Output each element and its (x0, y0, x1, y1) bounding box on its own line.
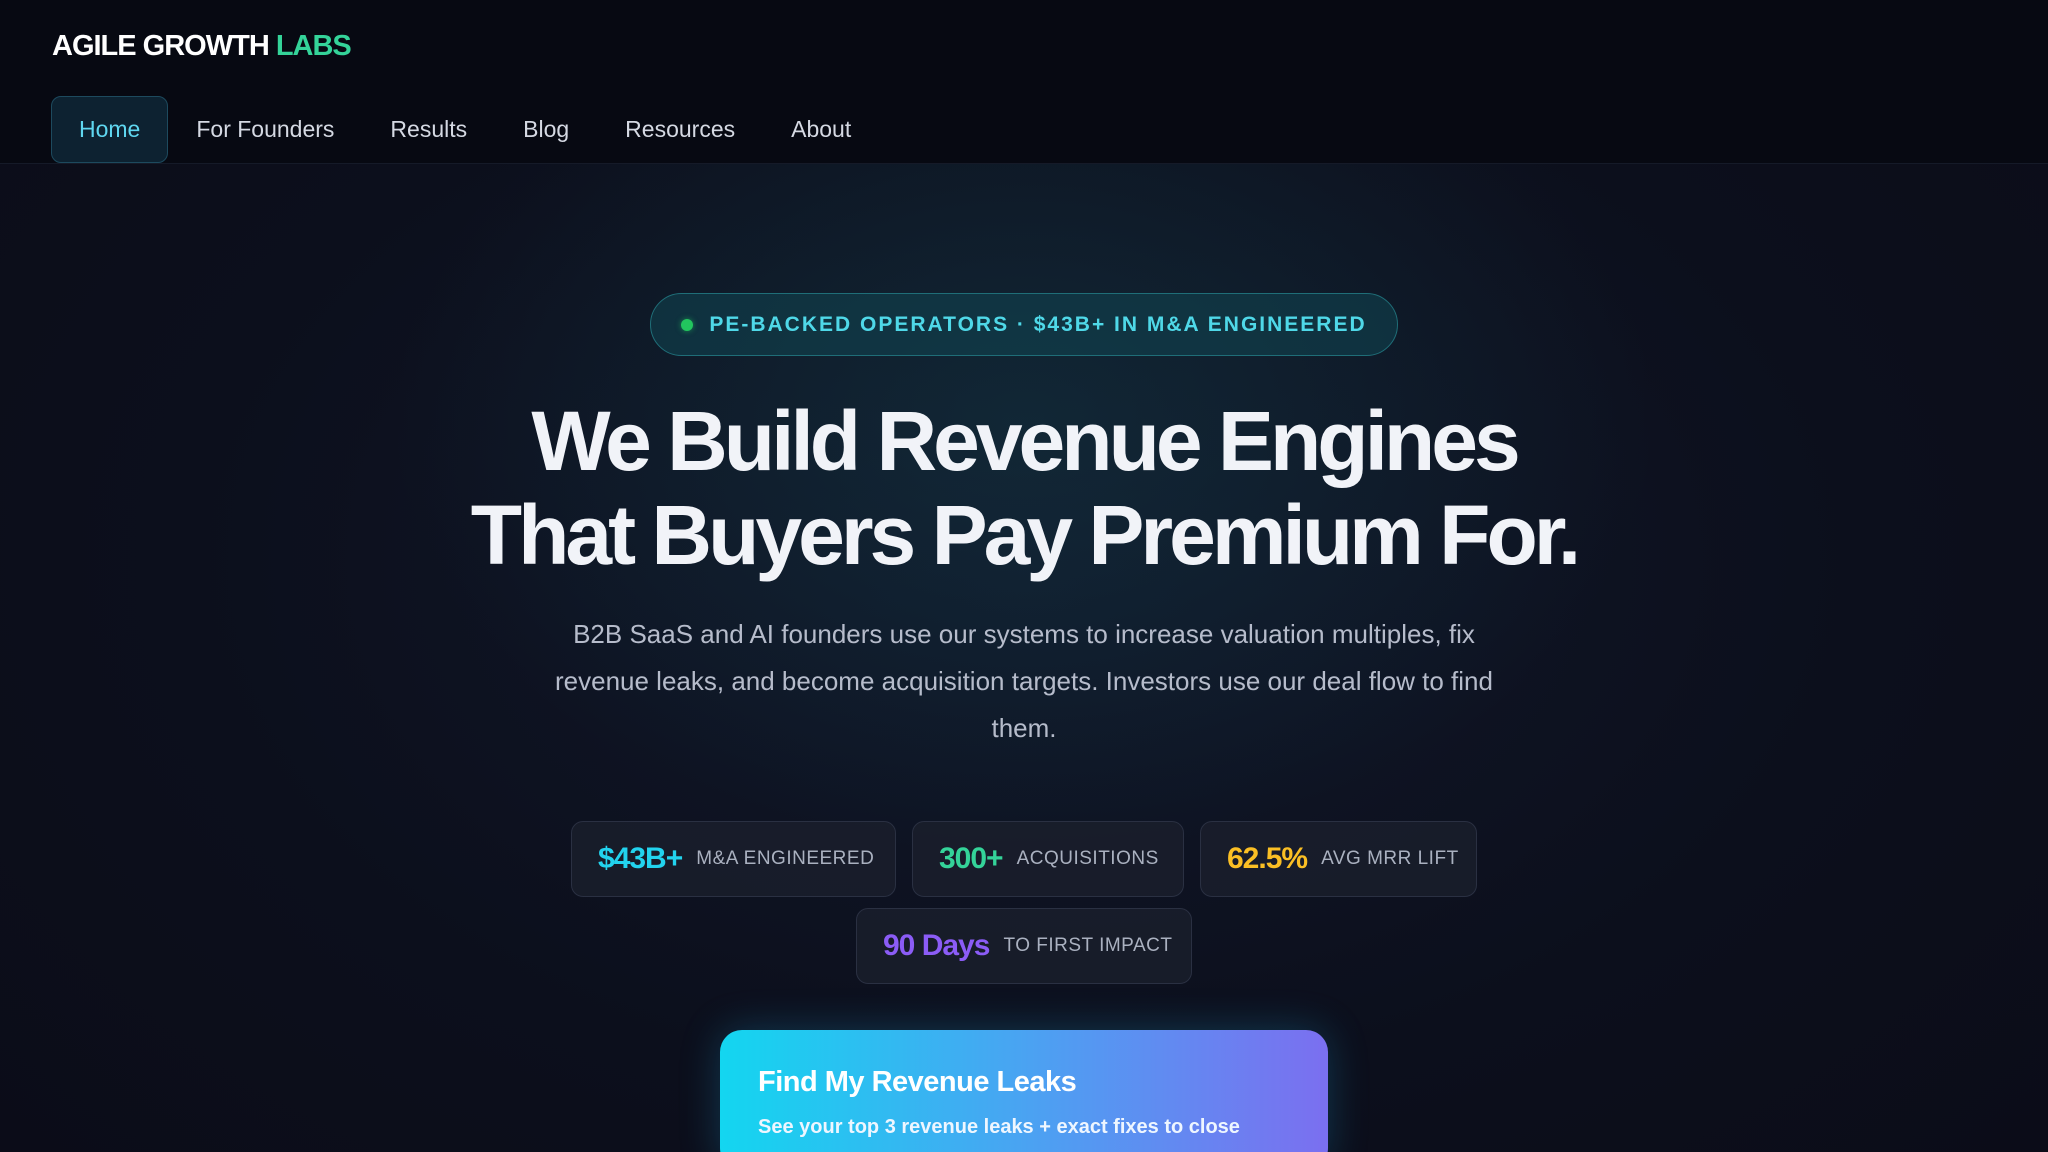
stat-value: $43B+ (598, 842, 683, 875)
brand-name-accent: LABS (275, 30, 352, 62)
stat-card-mrr-lift: 62.5% AVG MRR LIFT (1200, 821, 1477, 897)
status-dot-icon (681, 318, 694, 331)
stat-card-acquisitions: 300+ ACQUISITIONS (912, 821, 1184, 897)
page: AGILE GROWTH LABS Home For Founders Resu… (0, 0, 2048, 1152)
main-nav: Home For Founders Results Blog Resources… (51, 96, 879, 163)
hero-headline-line-2: That Buyers Pay Premium For. (470, 488, 1581, 582)
cta-subtitle: See your top 3 revenue leaks + exact fix… (758, 1116, 1240, 1138)
brand-logo[interactable]: AGILE GROWTH LABS (52, 30, 352, 63)
stat-value: 62.5% (1227, 842, 1308, 875)
nav-item-about[interactable]: About (763, 96, 879, 163)
hero-headline: We Build Revenue Engines That Buyers Pay… (0, 394, 2048, 582)
nav-item-blog[interactable]: Blog (495, 96, 597, 163)
stat-label: M&A ENGINEERED (696, 848, 875, 869)
nav-item-for-founders[interactable]: For Founders (168, 96, 362, 163)
find-revenue-leaks-button[interactable]: Find My Revenue Leaks See your top 3 rev… (720, 1030, 1328, 1152)
stat-card-ma: $43B+ M&A ENGINEERED (571, 821, 896, 897)
stat-value: 300+ (939, 842, 1004, 875)
stat-value: 90 Days (883, 929, 990, 962)
nav-item-resources[interactable]: Resources (597, 96, 763, 163)
cta-title: Find My Revenue Leaks (758, 1066, 1077, 1098)
stat-card-first-impact: 90 Days TO FIRST IMPACT (856, 908, 1192, 984)
brand-name-main: AGILE GROWTH (52, 30, 270, 62)
stat-label: AVG MRR LIFT (1321, 848, 1459, 869)
stat-label: TO FIRST IMPACT (1003, 935, 1173, 956)
hero-subheading: B2B SaaS and AI founders use our systems… (555, 619, 1493, 743)
stat-label: ACQUISITIONS (1016, 848, 1159, 869)
nav-item-home[interactable]: Home (51, 96, 169, 163)
site-header: AGILE GROWTH LABS Home For Founders Resu… (0, 0, 2048, 164)
nav-item-results[interactable]: Results (362, 96, 495, 163)
hero-headline-line-1: We Build Revenue Engines (531, 394, 1520, 488)
hero-badge-text: PE-BACKED OPERATORS · $43B+ IN M&A ENGIN… (709, 312, 1367, 336)
hero-badge: PE-BACKED OPERATORS · $43B+ IN M&A ENGIN… (650, 293, 1398, 356)
